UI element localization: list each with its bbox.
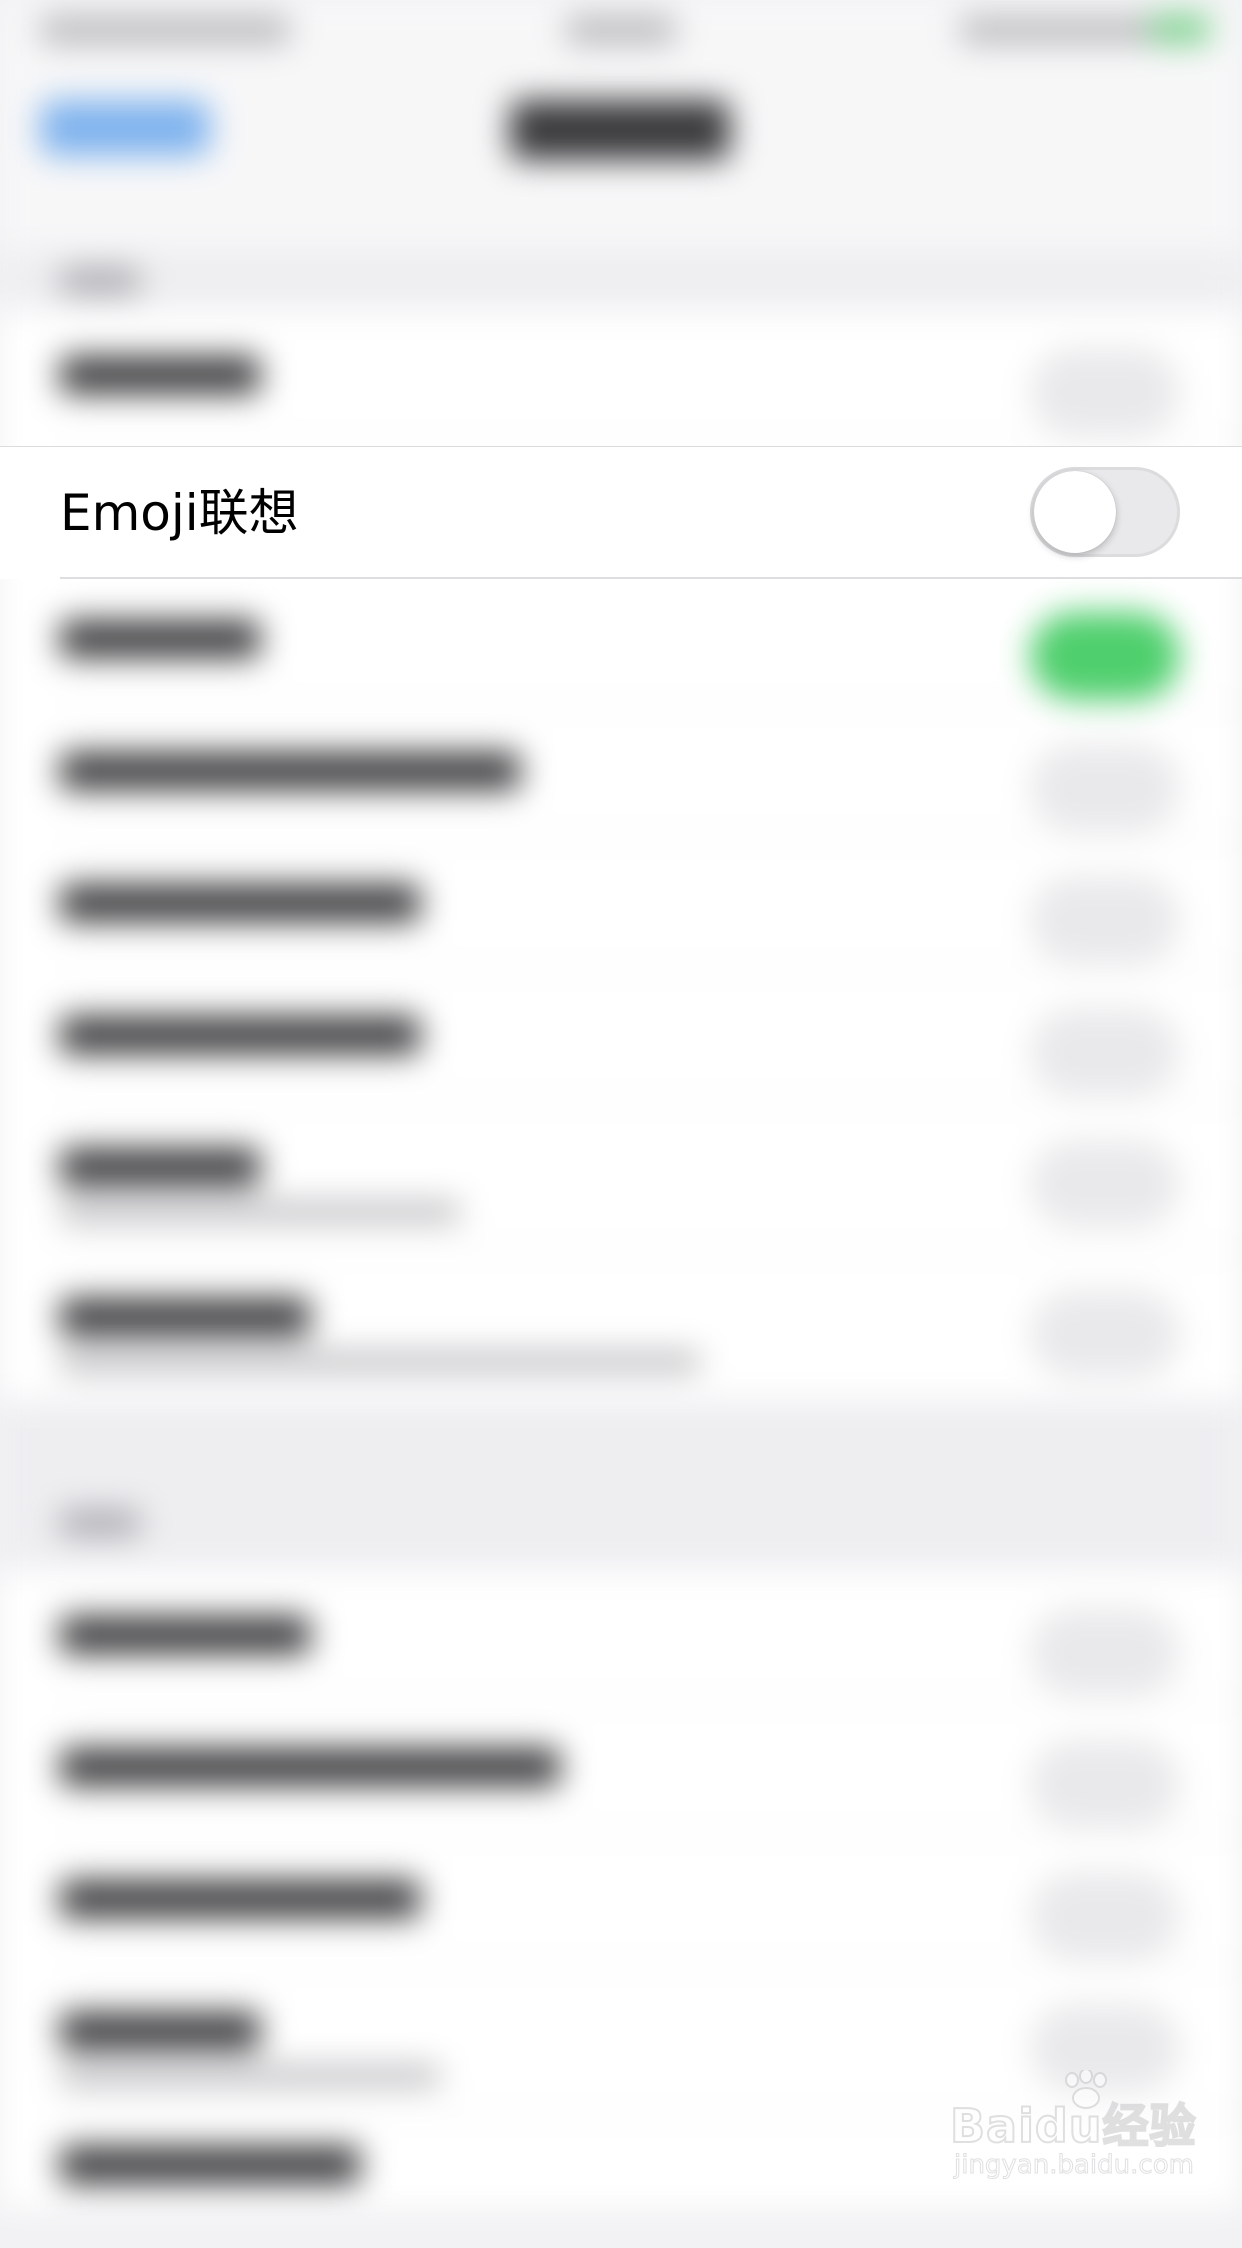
row-subtitle <box>60 1352 700 1372</box>
row-toggle[interactable] <box>1030 1872 1180 1960</box>
row-title <box>60 1748 560 1786</box>
section-header-text <box>60 1510 140 1536</box>
emoji-suggestion-toggle[interactable] <box>1030 467 1180 557</box>
navigation-bar <box>0 60 1242 250</box>
row-title <box>60 1880 420 1918</box>
watermark-brand: Baidu经验 <box>949 2098 1197 2154</box>
settings-row[interactable] <box>0 1834 1242 1966</box>
section-header-1 <box>0 250 1242 310</box>
toggle-knob <box>1034 471 1116 553</box>
row-title <box>60 2146 360 2184</box>
row-toggle[interactable] <box>1030 348 1180 436</box>
section-header-text <box>60 268 140 294</box>
row-title <box>60 1616 310 1654</box>
row-title <box>60 2012 260 2050</box>
row-title <box>60 620 260 658</box>
row-divider <box>60 577 1242 579</box>
emoji-suggestion-label: Emoji联想 <box>60 484 299 542</box>
settings-row[interactable] <box>0 838 1242 970</box>
row-divider <box>60 440 1242 442</box>
settings-row[interactable] <box>0 574 1242 706</box>
row-subtitle <box>60 2066 440 2086</box>
settings-row[interactable] <box>0 1702 1242 1834</box>
row-toggle[interactable] <box>1030 1740 1180 1828</box>
status-bar-time <box>566 16 676 44</box>
settings-row[interactable] <box>0 1570 1242 1702</box>
row-title <box>60 752 520 790</box>
settings-row[interactable] <box>0 1102 1242 1252</box>
nav-title <box>510 100 730 160</box>
row-toggle[interactable] <box>1030 1608 1180 1696</box>
row-title <box>60 1148 260 1186</box>
baidu-watermark: Baidu经验 jingyan.baidu.com <box>949 2070 1210 2190</box>
status-bar-indicators <box>960 16 1160 44</box>
status-bar <box>0 0 1242 60</box>
row-subtitle <box>60 1202 460 1222</box>
row-title <box>60 884 420 922</box>
row-title <box>60 1016 420 1054</box>
settings-row[interactable] <box>0 970 1242 1102</box>
section-header-2 <box>0 1400 1242 1570</box>
emoji-suggestion-row[interactable]: Emoji联想 <box>0 446 1242 579</box>
row-title <box>60 356 260 394</box>
row-toggle[interactable] <box>1030 1290 1180 1378</box>
back-button[interactable] <box>40 100 210 156</box>
settings-row[interactable] <box>0 310 1242 442</box>
settings-row[interactable] <box>0 1252 1242 1400</box>
row-toggle[interactable] <box>1030 612 1180 700</box>
blurred-settings-background <box>0 0 1242 2208</box>
row-toggle[interactable] <box>1030 1008 1180 1096</box>
watermark-url: jingyan.baidu.com <box>954 2150 1195 2181</box>
settings-row[interactable] <box>0 706 1242 838</box>
row-title <box>60 1298 310 1336</box>
row-toggle[interactable] <box>1030 1140 1180 1228</box>
row-toggle[interactable] <box>1030 744 1180 832</box>
battery-icon <box>1150 14 1210 44</box>
status-bar-carrier <box>40 16 290 44</box>
row-toggle[interactable] <box>1030 876 1180 964</box>
